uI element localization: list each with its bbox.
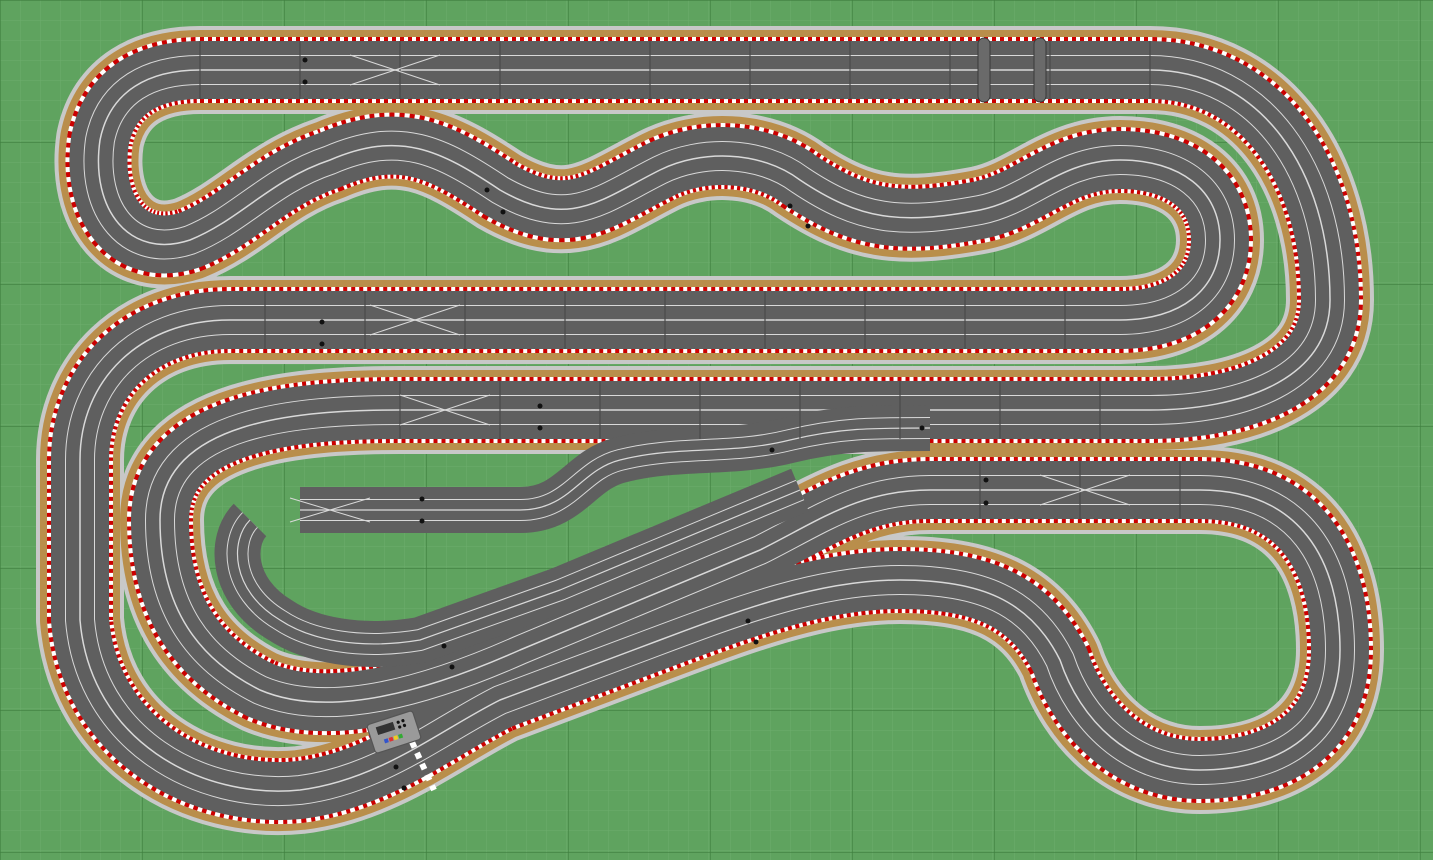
track-plan-canvas: [0, 0, 1433, 860]
bridge-pier-left: [977, 37, 991, 103]
track-plan-svg: [0, 0, 1433, 860]
bridge-pier-right: [1033, 37, 1047, 103]
